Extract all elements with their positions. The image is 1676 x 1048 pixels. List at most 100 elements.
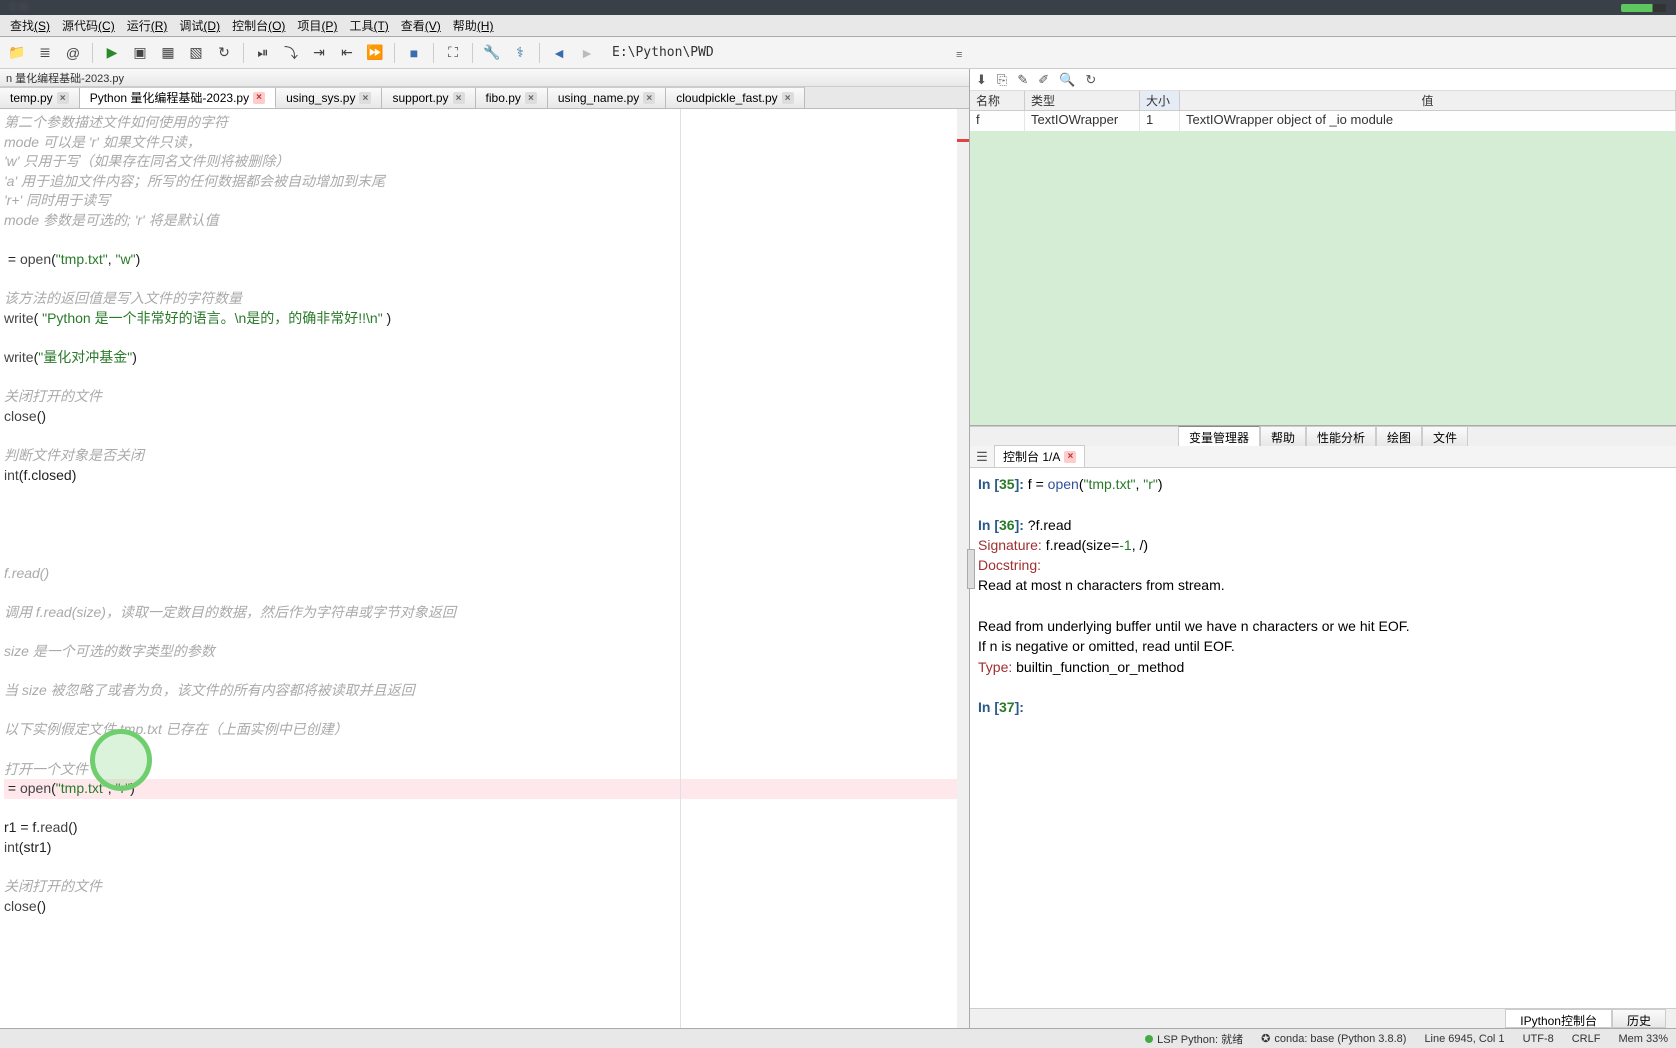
code-line[interactable]: 判断文件对象是否关闭	[4, 446, 965, 466]
code-line[interactable]: 第二个参数描述文件如何使用的字符	[4, 113, 965, 133]
code-line[interactable]: int(f.closed)	[4, 466, 965, 486]
editor-tab[interactable]: Python 量化编程基础-2023.py×	[80, 87, 276, 108]
step-over-icon[interactable]: ⤵	[280, 42, 302, 64]
code-line[interactable]: 当 size 被忽略了或者为负，该文件的所有内容都将被读取并且返回	[4, 681, 965, 701]
at-icon[interactable]: @	[62, 42, 84, 64]
path-field[interactable]: E:\Python\PWD	[604, 45, 1670, 60]
close-icon[interactable]: ×	[453, 92, 465, 104]
code-line[interactable]	[4, 544, 965, 564]
code-line[interactable]: close()	[4, 897, 965, 917]
editor-tab[interactable]: using_name.py×	[548, 87, 666, 108]
col-value[interactable]: 值	[1180, 91, 1676, 110]
close-icon[interactable]: ×	[1064, 451, 1076, 463]
menu-工具[interactable]: 工具(T)	[343, 15, 394, 36]
menu-帮助[interactable]: 帮助(H)	[447, 15, 500, 36]
right-tab[interactable]: 绘图	[1376, 426, 1422, 446]
code-line[interactable]: 该方法的返回值是写入文件的字符数量	[4, 289, 965, 309]
run-step-icon[interactable]: ▦	[157, 42, 179, 64]
status-mem[interactable]: Mem 33%	[1618, 1033, 1668, 1045]
right-tab[interactable]: 文件	[1422, 426, 1468, 446]
menu-查看[interactable]: 查看(V)	[395, 15, 447, 36]
code-line[interactable]	[4, 231, 965, 251]
code-line[interactable]	[4, 662, 965, 682]
code-line[interactable]	[4, 740, 965, 760]
menu-运行[interactable]: 运行(R)	[121, 15, 174, 36]
code-line[interactable]: mode 可以是 'r' 如果文件只读，	[4, 133, 965, 153]
close-icon[interactable]: ×	[253, 92, 265, 104]
download-icon[interactable]: ⬇	[976, 72, 987, 88]
step-out-icon[interactable]: ⇤	[336, 42, 358, 64]
right-tab[interactable]: 变量管理器	[1178, 426, 1260, 446]
menu-查找[interactable]: 查找(S)	[4, 15, 56, 36]
code-line[interactable]	[4, 485, 965, 505]
menu-控制台[interactable]: 控制台(O)	[226, 15, 291, 36]
code-line[interactable]	[4, 505, 965, 525]
code-line[interactable]: size 是一个可选的数字类型的参数	[4, 642, 965, 662]
forward-icon[interactable]: ►	[576, 42, 598, 64]
right-tab[interactable]: 帮助	[1260, 426, 1306, 446]
editor-options-icon[interactable]: ≡	[956, 49, 968, 61]
splitter-handle[interactable]	[967, 549, 975, 589]
code-line[interactable]: 'a' 用于追加文件内容；所写的任何数据都会被自动增加到末尾	[4, 172, 965, 192]
col-type[interactable]: 类型	[1025, 91, 1140, 110]
error-marker[interactable]	[957, 139, 969, 142]
code-line[interactable]: write( "Python 是一个非常好的语言。\n是的，的确非常好!!\n"…	[4, 309, 965, 329]
back-icon[interactable]: ◄	[548, 42, 570, 64]
status-conda[interactable]: ✪ conda: base (Python 3.8.8)	[1261, 1032, 1406, 1045]
code-line[interactable]: int(str1)	[4, 838, 965, 858]
close-icon[interactable]: ×	[782, 92, 794, 104]
delete-icon[interactable]: ✎	[1017, 72, 1028, 88]
code-line[interactable]	[4, 583, 965, 603]
code-line[interactable]: 'w' 只用于写（如果存在同名文件则将被删除）	[4, 152, 965, 172]
code-line[interactable]: 打开一个文件	[4, 760, 965, 780]
code-line[interactable]: 关闭打开的文件	[4, 877, 965, 897]
code-line[interactable]	[4, 858, 965, 878]
editor-tab[interactable]: cloudpickle_fast.py×	[666, 87, 804, 108]
code-line[interactable]: 'r+' 同时用于读写	[4, 191, 965, 211]
code-line[interactable]: write("量化对冲基金")	[4, 348, 965, 368]
code-line[interactable]	[4, 524, 965, 544]
code-line[interactable]	[4, 427, 965, 447]
edit-icon[interactable]: ✐	[1038, 72, 1049, 88]
code-line[interactable]	[4, 799, 965, 819]
status-line[interactable]: Line 6945, Col 1	[1424, 1033, 1504, 1045]
settings-icon[interactable]: 🔧	[481, 42, 503, 64]
close-icon[interactable]: ×	[643, 92, 655, 104]
console-menu-icon[interactable]: ☰	[974, 449, 990, 465]
ipython-console[interactable]: In [35]: f = open("tmp.txt", "r") In [36…	[970, 468, 1676, 1008]
col-size[interactable]: 大小	[1140, 91, 1180, 110]
close-icon[interactable]: ×	[525, 92, 537, 104]
debug-start-icon[interactable]: ⏯	[252, 42, 274, 64]
stop-icon[interactable]: ■	[403, 42, 425, 64]
python-icon[interactable]: ⚕	[509, 42, 531, 64]
menu-源代码[interactable]: 源代码(C)	[56, 15, 121, 36]
copy-icon[interactable]: ⎘	[997, 72, 1007, 88]
code-editor[interactable]: 第二个参数描述文件如何使用的字符mode 可以是 'r' 如果文件只读，'w' …	[0, 109, 969, 1028]
code-line[interactable]	[4, 270, 965, 290]
fullscreen-icon[interactable]: ⛶	[442, 42, 464, 64]
editor-tab[interactable]: support.py×	[382, 87, 475, 108]
console-tab[interactable]: 控制台 1/A ×	[994, 445, 1085, 468]
code-line[interactable]: f.read()	[4, 564, 965, 584]
run-icon[interactable]: ▶	[101, 42, 123, 64]
editor-tab[interactable]: using_sys.py×	[276, 87, 382, 108]
code-line[interactable]: r1 = f.read()	[4, 818, 965, 838]
menubar[interactable]: 查找(S)源代码(C)运行(R)调试(D)控制台(O)项目(P)工具(T)查看(…	[0, 15, 1676, 37]
code-line[interactable]: close()	[4, 407, 965, 427]
code-line[interactable]: = open("tmp.txt", "w")	[4, 250, 965, 270]
console-bottom-tab[interactable]: 历史	[1612, 1009, 1666, 1028]
step-into-icon[interactable]: ⇥	[308, 42, 330, 64]
code-line[interactable]	[4, 701, 965, 721]
code-line[interactable]	[4, 368, 965, 388]
refresh-icon[interactable]: ↻	[1085, 72, 1096, 88]
editor-tab[interactable]: fibo.py×	[476, 87, 548, 108]
close-icon[interactable]: ×	[57, 92, 69, 104]
code-line[interactable]	[4, 622, 965, 642]
list-icon[interactable]: ≣	[34, 42, 56, 64]
right-tab[interactable]: 性能分析	[1306, 426, 1376, 446]
status-encoding[interactable]: UTF-8	[1523, 1033, 1554, 1045]
console-bottom-tab[interactable]: IPython控制台	[1505, 1009, 1612, 1028]
menu-项目[interactable]: 项目(P)	[291, 15, 343, 36]
continue-icon[interactable]: ⏩	[364, 42, 386, 64]
code-line[interactable]: 关闭打开的文件	[4, 387, 965, 407]
